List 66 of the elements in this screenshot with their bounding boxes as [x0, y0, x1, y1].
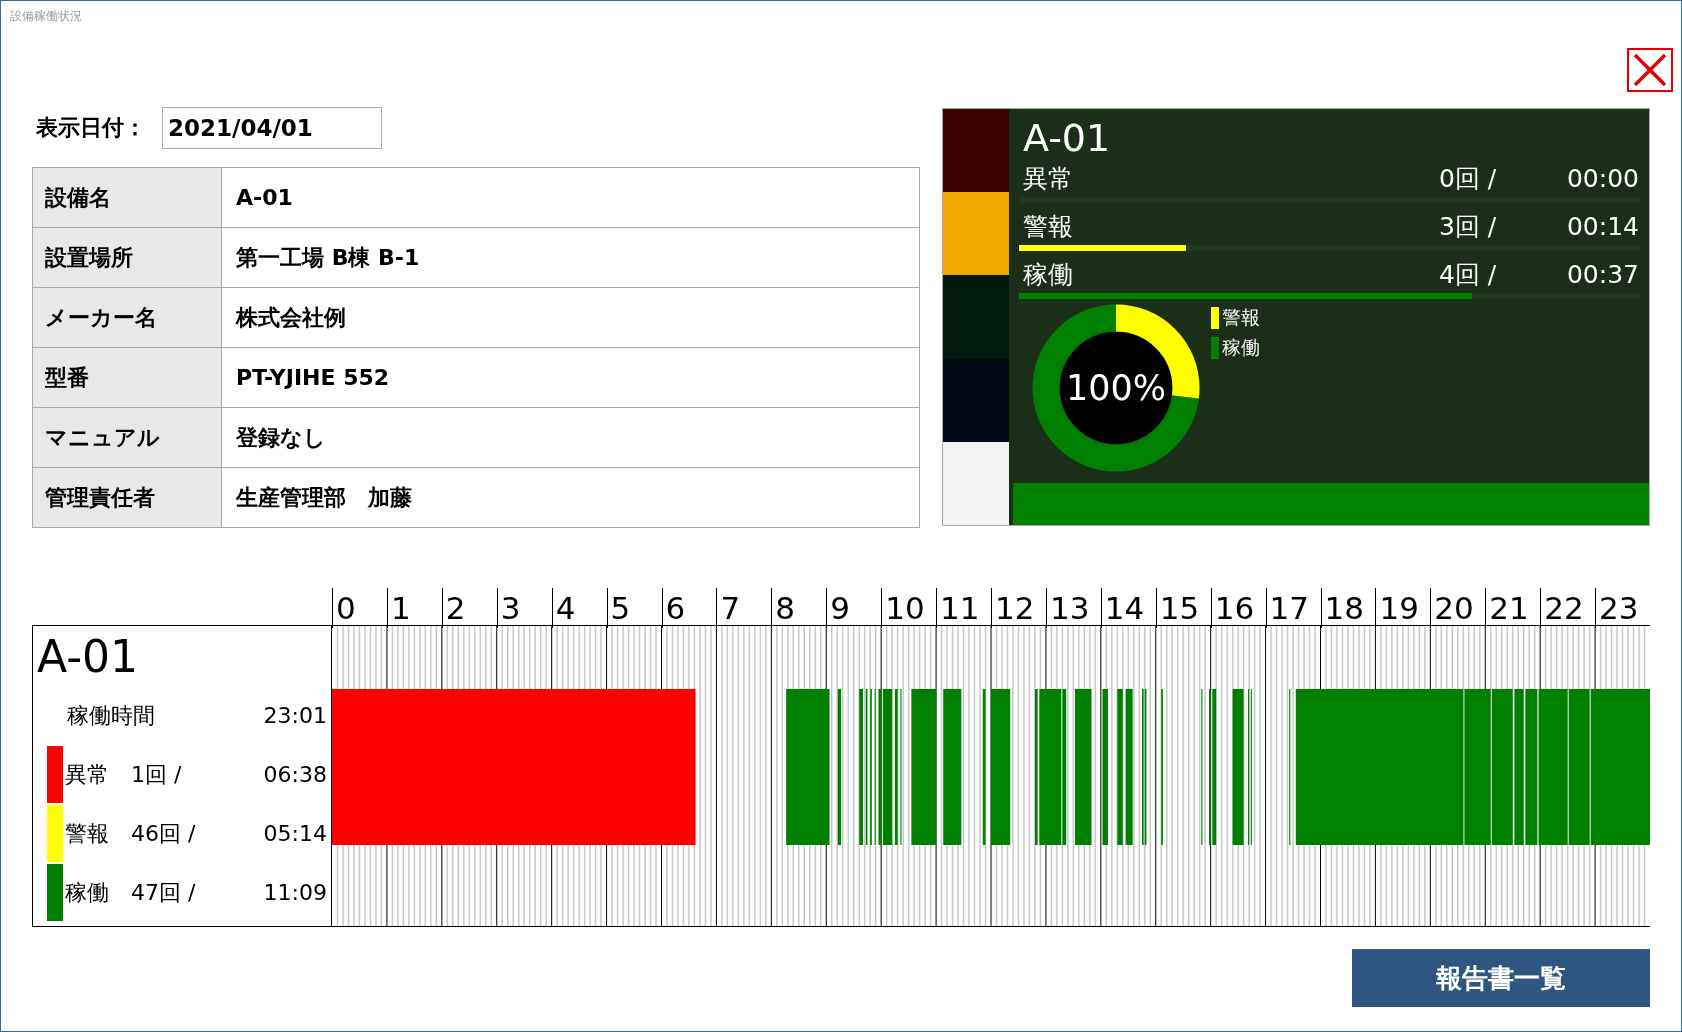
summary-time: 11:09	[263, 880, 328, 905]
hour-label: 11	[936, 588, 991, 628]
status-count: 0回 /	[1439, 162, 1498, 195]
status-count: 4回 /	[1439, 258, 1498, 291]
field-label-cell: 管理責任者	[33, 468, 222, 527]
field-label-cell: メーカー名	[33, 288, 222, 347]
hour-label: 9	[826, 588, 882, 628]
summary-time: 05:14	[263, 821, 328, 846]
hour-label: 19	[1375, 588, 1431, 628]
hour-label: 18	[1320, 588, 1376, 628]
hour-label: 2	[441, 588, 497, 628]
field-value-cell-text: A-01	[235, 184, 294, 212]
hour-label: 15	[1155, 588, 1211, 628]
field-label-cell: 設置場所	[33, 228, 222, 287]
status-time: 00:00	[1565, 163, 1639, 193]
summary-label: 稼働	[65, 878, 110, 907]
status-time: 00:37	[1565, 259, 1639, 289]
field-label-cell: 型番	[33, 348, 222, 407]
hour-label: 4	[551, 588, 607, 628]
date-field[interactable]: 2021/04/01	[162, 107, 382, 149]
summary-time: 06:38	[263, 762, 328, 787]
donut-percentage: 100%	[1065, 368, 1167, 408]
hour-label: 1	[386, 588, 442, 628]
hour-label: 22	[1540, 588, 1596, 628]
field-value-cell-text: 登録なし	[235, 423, 327, 452]
field-value-cell-text: 株式会社例	[234, 303, 347, 332]
close-button[interactable]	[1627, 48, 1673, 92]
summary-label: 稼働時間	[67, 701, 155, 730]
field-value-cell-text: PT-YJIHE 552	[235, 364, 391, 392]
status-label: 稼働	[1023, 258, 1074, 291]
status-label: 異常	[1023, 162, 1074, 195]
field-value-cell-text: 第一工場 B棟 B-1	[235, 243, 421, 272]
hour-label: 21	[1485, 588, 1541, 628]
window-title: 設備稼働状況	[9, 8, 83, 25]
status-label: 警報	[1023, 210, 1074, 243]
date-label: 表示日付：	[35, 114, 147, 142]
hour-label: 13	[1045, 588, 1101, 628]
legend-label: 稼働	[1222, 335, 1260, 360]
hour-label: 3	[496, 588, 552, 628]
summary-count: 1回 /	[131, 760, 183, 789]
summary-label: 異常	[65, 760, 110, 789]
summary-count: 47回 /	[131, 878, 197, 907]
summary-label: 警報	[65, 819, 110, 848]
hour-label: 17	[1265, 588, 1321, 628]
hour-label: 8	[771, 588, 827, 628]
equipment-name: A-01	[1022, 117, 1112, 159]
hour-label: 23	[1595, 588, 1650, 628]
hour-label: 7	[716, 588, 772, 628]
hour-label: 16	[1210, 588, 1266, 628]
hour-label: 12	[991, 588, 1046, 628]
status-count: 3回 /	[1439, 210, 1498, 243]
field-label-cell: 設備名	[33, 168, 222, 227]
field-value-cell-text: 生産管理部 加藤	[234, 483, 413, 512]
hour-label: 5	[606, 588, 662, 628]
hour-label: 0	[332, 588, 387, 628]
summary-count: 46回 /	[131, 819, 197, 848]
legend-label: 警報	[1222, 305, 1260, 330]
hour-label: 6	[661, 588, 717, 628]
summary-time: 23:01	[263, 703, 328, 728]
report-list-button[interactable]: 報告書一覧	[1352, 949, 1650, 1007]
status-time: 00:14	[1565, 211, 1639, 241]
hour-label: 10	[881, 588, 937, 628]
equipment-name: A-01	[37, 632, 139, 682]
field-label-cell: マニュアル	[33, 408, 222, 467]
hour-label: 20	[1430, 588, 1486, 628]
hour-label: 14	[1100, 588, 1156, 628]
